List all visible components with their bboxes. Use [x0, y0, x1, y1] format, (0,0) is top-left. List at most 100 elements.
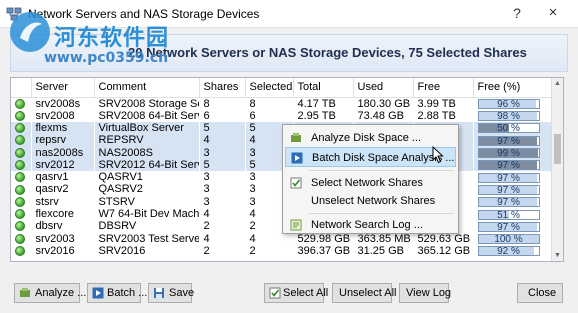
cell-comment: QASRV2 [98, 183, 143, 196]
analyze-button[interactable]: Analyze ... [14, 283, 86, 303]
menu-item-unselect-shares[interactable]: Unselect Network Shares [285, 191, 456, 211]
cell-selected: 8 [249, 97, 256, 110]
free-percent-bar: 50 % [477, 123, 540, 134]
col-status-header[interactable] [11, 78, 32, 98]
col-total-header[interactable]: Total [293, 78, 354, 98]
close-button[interactable]: Close [517, 283, 563, 303]
cell-free-pct: 97 % [473, 134, 551, 147]
col-used-header[interactable]: Used [353, 78, 414, 98]
cell-server: srv2012 [31, 158, 94, 171]
table-row[interactable]: flexcoreW7 64-Bit Dev Machine4451 % [11, 208, 551, 220]
cell-shares: 8 [203, 97, 210, 110]
cell-server: nas2008s [31, 146, 94, 159]
cell-comment: W7 64-Bit Dev Machine [98, 208, 199, 221]
cell-comment: SRV2003 Test Server [98, 232, 199, 245]
menu-item-search-log[interactable]: Network Search Log ... [285, 215, 456, 235]
col-server-header[interactable]: Server [31, 78, 95, 98]
cell-status [11, 158, 31, 171]
free-percent-label: 100 % [494, 234, 523, 245]
free-percent-label: 96 % [497, 99, 520, 110]
col-comment-header[interactable]: Comment [94, 78, 200, 98]
cell-free-pct: 97 % [473, 220, 551, 232]
cell-free-pct: 100 % [473, 232, 551, 245]
menu-item-analyze[interactable]: Analyze Disk Space ... [285, 128, 456, 148]
free-percent-label: 97 % [497, 160, 520, 171]
table-row[interactable]: repsrv REPSRV 4 4 97 % [11, 134, 551, 147]
table-row[interactable]: flexms VirtualBox Server 5 5 50 % [11, 121, 551, 135]
menu-item-label: Select Network Shares [311, 177, 423, 189]
context-menu: Analyze Disk Space ... Batch Disk Space … [282, 124, 459, 234]
scroll-thumb[interactable] [554, 134, 561, 164]
table-row[interactable]: dbsrv DBSRV 2 2 97 % [11, 220, 551, 232]
scroll-down-icon[interactable]: ▼ [554, 252, 561, 259]
view-log-button[interactable]: View Log [399, 283, 451, 303]
batch-button[interactable]: Batch ... [87, 283, 147, 303]
cell-comment: STSRV [98, 195, 135, 208]
table-row[interactable]: srv2003 SRV2003 Test Server 4 4 529.98 GB 363… [11, 232, 551, 245]
menu-separator [309, 170, 454, 171]
cell-status [11, 121, 31, 135]
status-ok-icon [15, 123, 25, 134]
cell-status [11, 171, 31, 183]
free-percent-bar: 97 % [477, 172, 540, 183]
cell-comment: DBSRV [98, 220, 137, 233]
cell-server: dbsrv [35, 220, 63, 233]
window-close-button[interactable]: × [545, 4, 561, 21]
free-percent-bar: 96 % [477, 99, 540, 110]
cell-comment: VirtualBox Server [94, 121, 199, 135]
help-button[interactable]: ? [509, 5, 525, 21]
free-percent-bar: 51 % [477, 209, 540, 220]
batch-icon [92, 287, 104, 299]
table-row[interactable]: stsrv STSRV 3 3 97 % [11, 196, 551, 208]
cell-free-pct: 51 % [473, 208, 551, 220]
free-percent-label: 97 % [497, 135, 520, 147]
select-shares-icon [290, 177, 302, 189]
cell-shares: 3 [203, 183, 210, 196]
free-percent-bar: 97 % [477, 197, 540, 208]
free-percent-bar: 98 % [477, 111, 540, 122]
cell-shares: 4 [199, 134, 245, 147]
scroll-up-icon[interactable]: ▲ [554, 80, 561, 87]
network-servers-app-icon [6, 7, 22, 21]
table-row[interactable]: qasrv1 QASRV1 3 3 97 % [11, 171, 551, 183]
status-ok-icon [15, 209, 25, 220]
select-all-button[interactable]: Select All [264, 283, 328, 303]
cell-comment: NAS2008S [94, 146, 199, 159]
cell-server: srv2008s [35, 97, 81, 110]
col-shares-header[interactable]: Shares [199, 78, 246, 98]
status-ok-icon [15, 246, 25, 256]
menu-item-select-shares[interactable]: Select Network Shares [285, 173, 456, 193]
vertical-scrollbar[interactable]: ▲ ▼ [551, 78, 563, 261]
analyze-button-label: Analyze ... [35, 287, 87, 299]
mouse-cursor-icon [432, 146, 444, 164]
select-all-label: Select All [283, 287, 329, 299]
cell-status [11, 208, 31, 220]
free-percent-label: 92 % [497, 246, 520, 258]
cell-shares: 2 [203, 244, 210, 257]
cell-comment: SRV2012 64-Bit Server [94, 158, 199, 171]
cell-server: repsrv [31, 134, 94, 147]
free-percent-bar: 97 % [477, 184, 540, 196]
col-free-pct-header[interactable]: Free (%) [473, 78, 552, 98]
cell-shares: 5 [199, 158, 245, 171]
table-row[interactable]: srv2016 SRV2016 2 2 396.37 GB 31.25 GB 365.12 … [11, 245, 551, 257]
table-row[interactable]: srv2008s SRV2008 Storage Server 8 8 4.17 TB 1… [11, 97, 551, 110]
cell-comment: QASRV1 [98, 171, 143, 184]
cell-shares: 4 [203, 208, 210, 221]
menu-item-batch[interactable]: Batch Disk Space Analysis ... [285, 147, 456, 167]
status-ok-icon [15, 233, 25, 244]
table-row[interactable]: nas2008s NAS2008S 3 3 99 % [11, 146, 551, 159]
save-button[interactable]: Save [148, 283, 194, 303]
unselect-all-button[interactable]: Unselect All [332, 283, 396, 303]
table-row[interactable]: qasrv2 QASRV2 3 3 97 % [11, 183, 551, 196]
col-free-header[interactable]: Free [413, 78, 474, 98]
menu-separator [309, 213, 454, 214]
cell-free-pct: 92 % [473, 245, 551, 257]
cell-server: srv2008 [35, 109, 75, 122]
table-row[interactable]: srv2008 SRV2008 64-Bit Server 6 6 2.95 TB 73.… [11, 110, 551, 122]
cell-used: 73.48 GB [357, 109, 404, 122]
summary-banner: 20 Network Servers or NAS Storage Device… [10, 34, 568, 72]
table-row[interactable]: srv2012SRV2012 64-Bit Server5597 % [11, 158, 551, 171]
status-ok-icon [15, 159, 25, 170]
col-selected-header[interactable]: Selected [245, 78, 294, 98]
